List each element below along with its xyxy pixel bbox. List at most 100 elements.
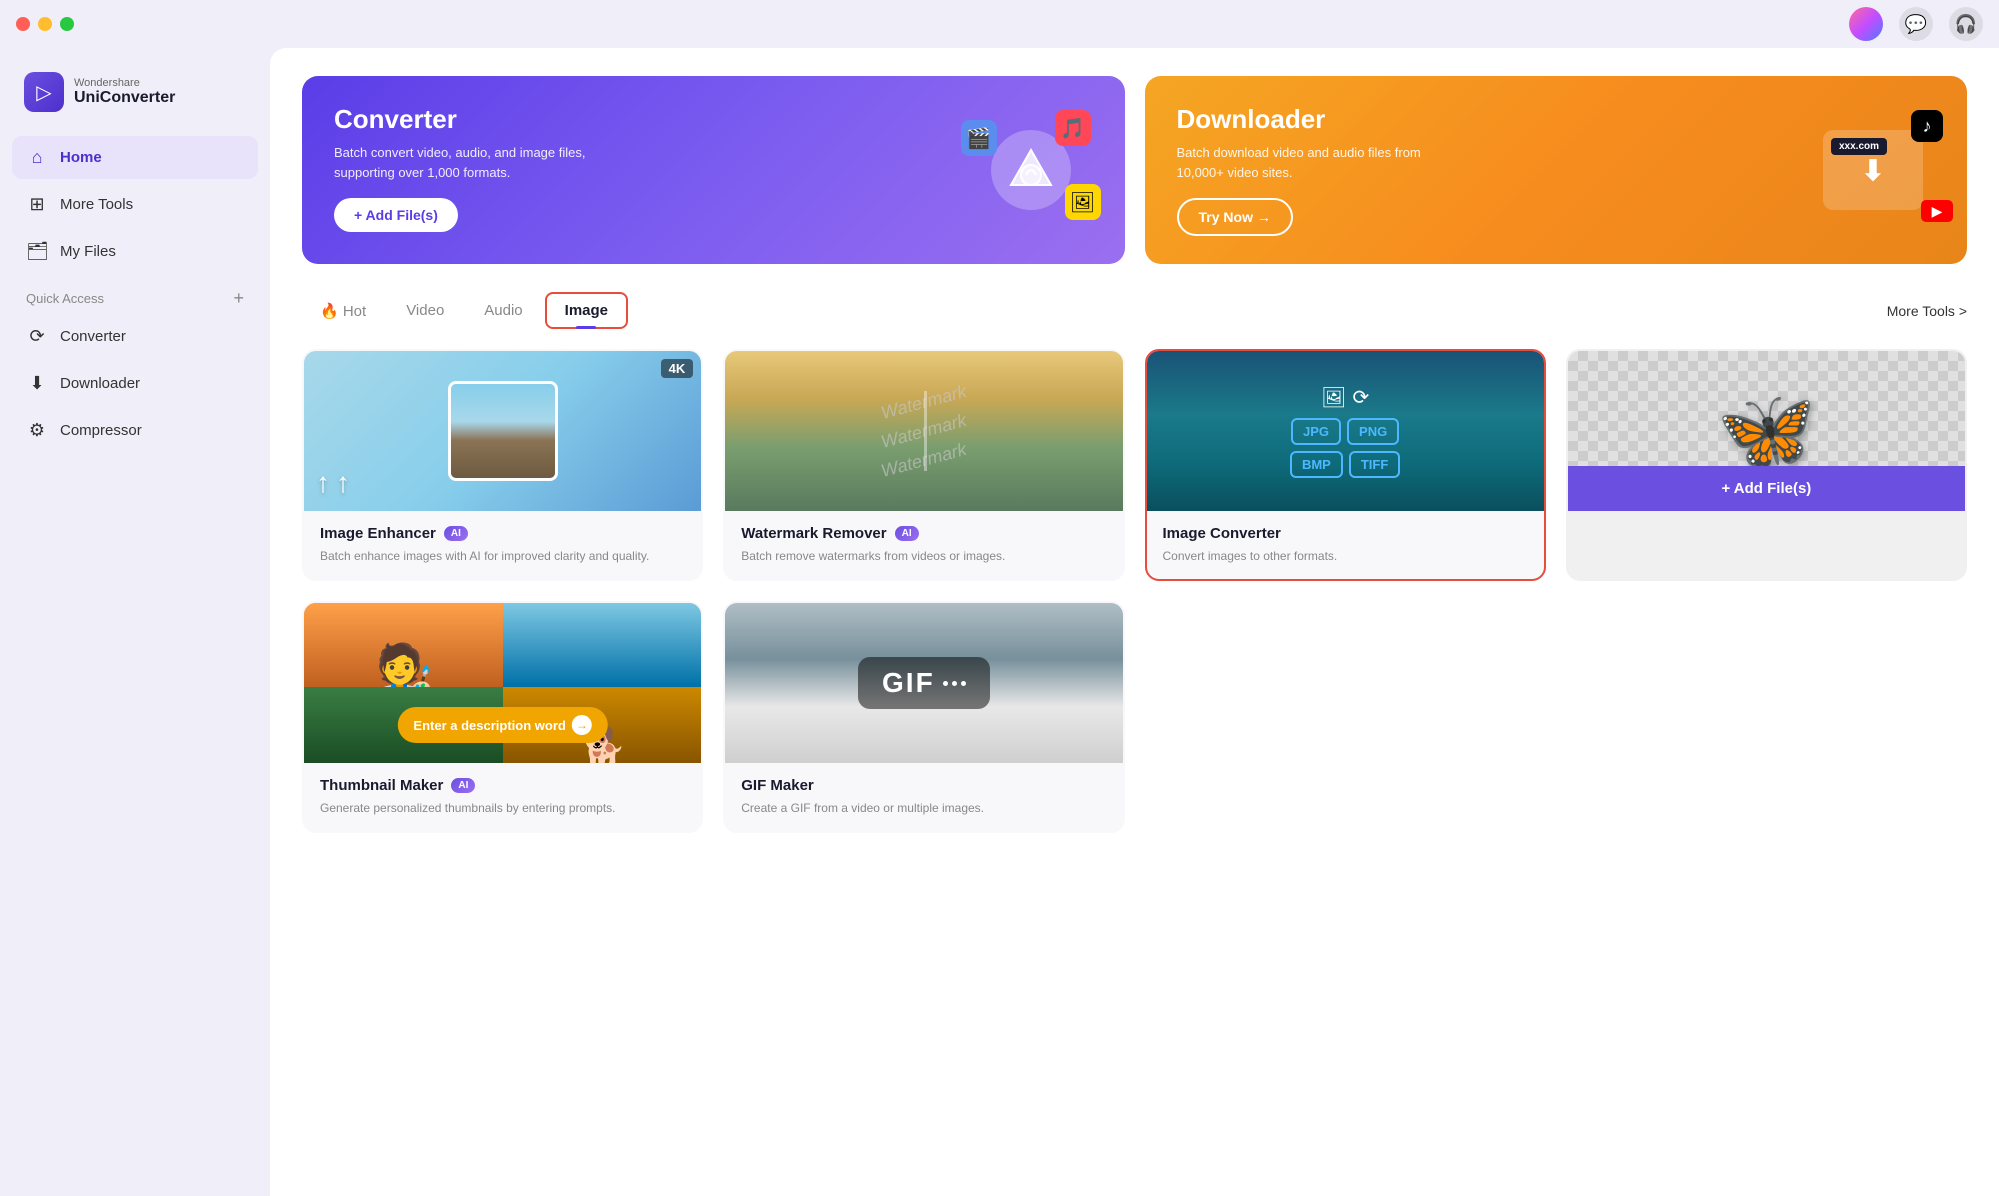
up-arrow-2: ↑ — [336, 467, 350, 499]
image-converter-desc: Convert images to other formats. — [1163, 547, 1528, 565]
enhance-preview — [448, 381, 558, 481]
sidebar-item-compressor[interactable]: ⚙ Compressor — [12, 409, 258, 452]
close-button[interactable] — [16, 17, 30, 31]
converter-banner-desc: Batch convert video, audio, and image fi… — [334, 143, 614, 182]
home-label: Home — [60, 149, 102, 166]
thumbnail-cell-1: 🧑‍🎨 — [304, 603, 503, 687]
gif-label: GIF — [882, 667, 935, 699]
tab-hot[interactable]: 🔥 Hot — [302, 294, 384, 328]
downloader-box: xxx.com ⬇ — [1823, 130, 1923, 210]
image-enhancer-info: Image Enhancer AI Batch enhance images w… — [304, 511, 701, 579]
add-files-thumbnail: 🦋 + Add File(s) — [1568, 351, 1965, 511]
prompt-text: Enter a description word — [413, 718, 565, 733]
chat-button[interactable]: 💬 — [1899, 7, 1933, 41]
app-layout: ▷ Wondershare UniConverter ⌂ Home ⊞ More… — [0, 48, 1999, 1196]
thumbnail-maker-thumbnail: 🧑‍🎨 🐕 Enter a description word → — [304, 603, 701, 763]
image-converter-thumbnail: 🖼 ⟳ JPG PNG BMP TIFF — [1147, 351, 1544, 511]
app-name: UniConverter — [74, 89, 175, 107]
converter-label: Converter — [60, 328, 126, 345]
banners-area: Converter Batch convert video, audio, an… — [302, 76, 1967, 264]
sidebar-item-my-files[interactable]: 🗂 My Files — [12, 230, 258, 273]
pac-dot-3 — [961, 681, 966, 686]
tools-grid: 4K ↑ ↑ Image Enhancer AI Batch enhance i… — [302, 349, 1967, 833]
downloader-icon: ⬇ — [26, 373, 48, 394]
titlebar-right: 💬 🎧 — [1849, 7, 1983, 41]
my-files-icon: 🗂 — [26, 241, 48, 262]
maximize-button[interactable] — [60, 17, 74, 31]
mountain-bg — [451, 384, 555, 478]
brand-name: Wondershare — [74, 77, 175, 89]
wm-divider — [924, 391, 927, 471]
app-logo-text: Wondershare UniConverter — [74, 77, 175, 107]
gif-badge: GIF — [858, 657, 990, 709]
image-enhancer-thumbnail: 4K ↑ ↑ — [304, 351, 701, 511]
converter-icon: ⟳ — [26, 326, 48, 347]
add-files-button[interactable]: + Add File(s) — [1568, 466, 1965, 511]
sidebar-item-more-tools[interactable]: ⊞ More Tools — [12, 183, 258, 226]
tool-card-gif-maker[interactable]: GIF GIF Maker Create a GIF from a — [723, 601, 1124, 833]
thumbnail-maker-desc: Generate personalized thumbnails by ente… — [320, 799, 685, 817]
watermark-remover-title-row: Watermark Remover AI — [741, 525, 1106, 542]
download-arrow-icon: ⬇ — [1861, 154, 1884, 187]
converter-illustration: 🎵 🖼 🎬 — [961, 110, 1101, 230]
gif-maker-title: GIF Maker — [741, 777, 814, 794]
ai-badge-watermark: AI — [895, 526, 919, 541]
convert-arrow-icon: ⟳ — [1352, 385, 1369, 410]
float-image-icon: 🖼 — [1065, 184, 1101, 220]
gif-maker-desc: Create a GIF from a video or multiple im… — [741, 799, 1106, 817]
tab-audio[interactable]: Audio — [466, 294, 540, 327]
downloader-label: Downloader — [60, 375, 140, 392]
gif-maker-title-row: GIF Maker — [741, 777, 1106, 794]
converter-banner: Converter Batch convert video, audio, an… — [302, 76, 1125, 264]
tool-card-image-enhancer[interactable]: 4K ↑ ↑ Image Enhancer AI Batch enhance i… — [302, 349, 703, 581]
minimize-button[interactable] — [38, 17, 52, 31]
user-avatar[interactable] — [1849, 7, 1883, 41]
tab-video[interactable]: Video — [388, 294, 462, 327]
watermark-remover-desc: Batch remove watermarks from videos or i… — [741, 547, 1106, 565]
quick-access-add-button[interactable]: + — [233, 289, 244, 307]
jpg-badge: JPG — [1291, 418, 1341, 445]
my-files-label: My Files — [60, 243, 116, 260]
butterfly-icon: 🦋 — [1717, 384, 1817, 478]
tiktok-logo: ♪ — [1911, 110, 1943, 142]
downloader-banner-desc: Batch download video and audio files fro… — [1177, 143, 1457, 182]
pac-dots — [943, 681, 966, 686]
headphone-button[interactable]: 🎧 — [1949, 7, 1983, 41]
tool-card-image-converter[interactable]: 🖼 ⟳ JPG PNG BMP TIFF Image Converter — [1145, 349, 1546, 581]
image-enhancer-desc: Batch enhance images with AI for improve… — [320, 547, 685, 565]
compressor-label: Compressor — [60, 422, 142, 439]
sidebar-item-downloader[interactable]: ⬇ Downloader — [12, 362, 258, 405]
logo-area: ▷ Wondershare UniConverter — [12, 64, 258, 132]
more-tools-label: More Tools — [60, 196, 133, 213]
downloader-try-now-button[interactable]: Try Now → — [1177, 198, 1293, 236]
tabs-area: 🔥 Hot Video Audio Image More Tools > — [302, 292, 1967, 329]
more-tools-link[interactable]: More Tools > — [1887, 303, 1967, 319]
image-converter-info: Image Converter Convert images to other … — [1147, 511, 1544, 579]
category-tabs: 🔥 Hot Video Audio Image — [302, 292, 628, 329]
image-enhancer-title: Image Enhancer — [320, 525, 436, 542]
thumbnail-maker-title: Thumbnail Maker — [320, 777, 443, 794]
tool-card-thumbnail-maker[interactable]: 🧑‍🎨 🐕 Enter a description word → — [302, 601, 703, 833]
enhance-arrows: ↑ ↑ — [316, 467, 350, 499]
gif-maker-thumbnail: GIF — [725, 603, 1122, 763]
bmp-badge: BMP — [1290, 451, 1343, 478]
image-icon-conv: 🖼 — [1321, 385, 1346, 410]
format-badges: JPG PNG BMP TIFF — [1265, 418, 1425, 478]
quick-access-label: Quick Access — [26, 291, 104, 306]
app-logo-icon: ▷ — [24, 72, 64, 112]
png-badge: PNG — [1347, 418, 1399, 445]
image-enhancer-title-row: Image Enhancer AI — [320, 525, 685, 542]
sidebar-item-home[interactable]: ⌂ Home — [12, 136, 258, 179]
tiff-badge: TIFF — [1349, 451, 1400, 478]
tool-card-watermark-remover[interactable]: Watermark Watermark Watermark Watermark … — [723, 349, 1124, 581]
image-converter-title-row: Image Converter — [1163, 525, 1528, 542]
tab-image[interactable]: Image — [545, 292, 628, 329]
watermark-remover-info: Watermark Remover AI Batch remove waterm… — [725, 511, 1122, 579]
tool-card-add-files[interactable]: 🦋 + Add File(s) — [1566, 349, 1967, 581]
main-content: Converter Batch convert video, audio, an… — [270, 48, 1999, 1196]
ai-badge-thumbnail: AI — [451, 778, 475, 793]
watermark-remover-title: Watermark Remover — [741, 525, 886, 542]
downloader-illustration: xxx.com ⬇ ♪ ▶ — [1803, 110, 1943, 230]
converter-add-files-button[interactable]: + Add File(s) — [334, 198, 458, 232]
sidebar-item-converter[interactable]: ⟳ Converter — [12, 315, 258, 358]
